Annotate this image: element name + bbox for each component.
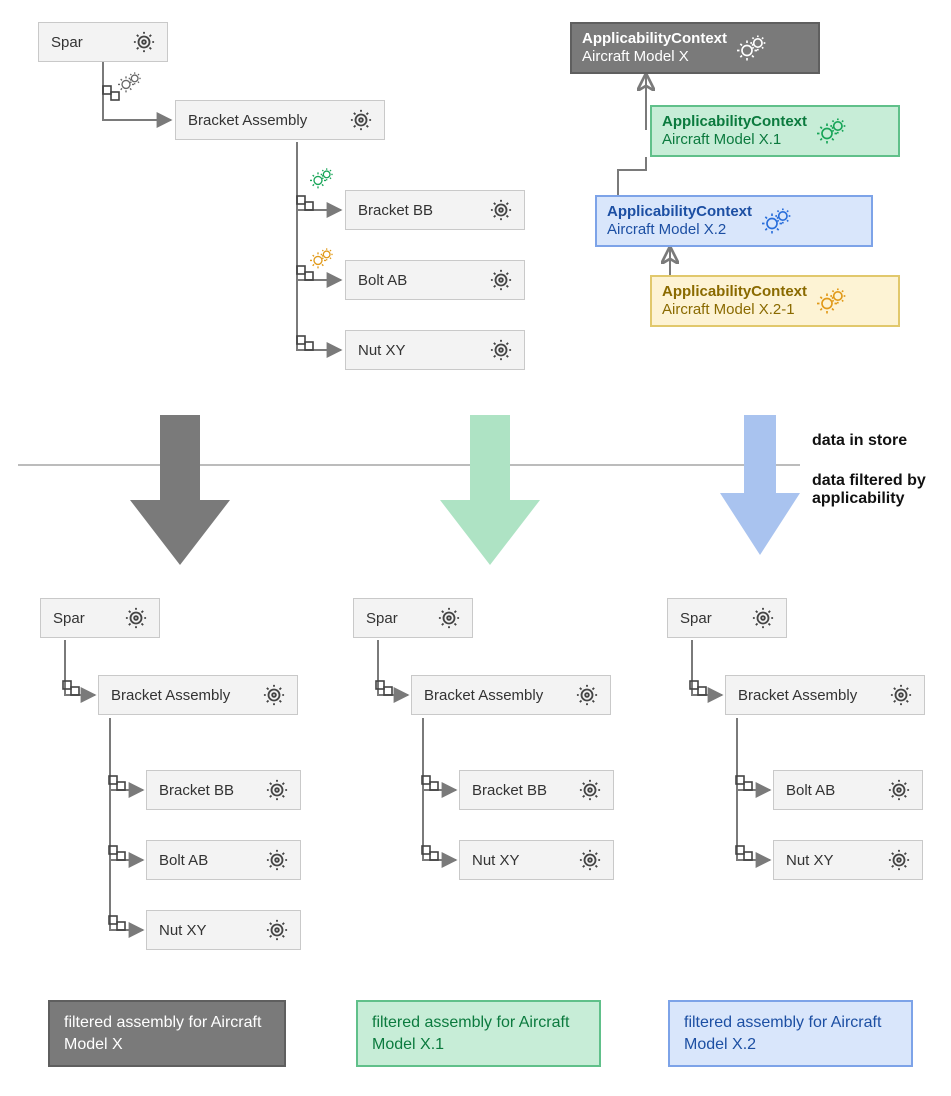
node-boltab-col1: Bolt AB	[146, 840, 301, 880]
gear-icon-blue	[762, 208, 792, 234]
ctx-title: ApplicabilityContext	[662, 113, 807, 131]
node-label: Spar	[51, 34, 83, 51]
node-label: Bracket Assembly	[738, 687, 857, 704]
gear-icon	[490, 269, 512, 291]
node-spar-col2: Spar	[353, 598, 473, 638]
gear-icon	[576, 684, 598, 706]
usage-icon	[296, 335, 316, 353]
usage-icon	[421, 845, 441, 863]
caption-x1: filtered assembly for Aircraft Model X.1	[356, 1000, 601, 1067]
node-label: Bolt AB	[358, 272, 407, 289]
gear-icon	[888, 779, 910, 801]
ctx-box-x2: ApplicabilityContext Aircraft Model X.2	[595, 195, 873, 247]
usage-icon	[735, 775, 755, 793]
node-assembly-col2: Bracket Assembly	[411, 675, 611, 715]
ctx-box-x: ApplicabilityContext Aircraft Model X	[570, 22, 820, 74]
caption-x2: filtered assembly for Aircraft Model X.2	[668, 1000, 913, 1067]
node-spar-top: Spar	[38, 22, 168, 62]
node-nutxy-col2: Nut XY	[459, 840, 614, 880]
usage-icon	[108, 845, 128, 863]
gear-icon	[490, 199, 512, 221]
usage-icon	[421, 775, 441, 793]
ctx-title: ApplicabilityContext	[662, 283, 807, 301]
node-spar-col3: Spar	[667, 598, 787, 638]
ctx-subtitle: Aircraft Model X.2-1	[662, 301, 807, 319]
diagram-canvas: Spar Bracket Assembly Bracket BB Bolt AB	[0, 0, 951, 1096]
usage-icon	[375, 680, 395, 698]
node-label: Bolt AB	[159, 852, 208, 869]
gear-icon	[490, 339, 512, 361]
usage-icon	[296, 195, 316, 213]
node-label: Bracket BB	[472, 782, 547, 799]
big-arrow-green	[440, 415, 540, 575]
node-label: Spar	[53, 610, 85, 627]
gear-icon	[350, 109, 372, 131]
gear-icon-white	[737, 35, 767, 61]
gear-icon-green-small	[310, 168, 334, 189]
label-data-filtered: data filtered by applicability	[812, 472, 942, 508]
usage-icon	[108, 775, 128, 793]
gear-icon	[579, 849, 601, 871]
node-bolt-ab-top: Bolt AB	[345, 260, 525, 300]
ctx-box-x1: ApplicabilityContext Aircraft Model X.1	[650, 105, 900, 157]
gear-icon-gray-small	[118, 72, 142, 93]
label-data-in-store: data in store	[812, 432, 942, 450]
node-nutxy-col1: Nut XY	[146, 910, 301, 950]
node-label: Nut XY	[472, 852, 520, 869]
gear-icon	[890, 684, 912, 706]
node-label: Bracket BB	[358, 202, 433, 219]
node-label: Nut XY	[358, 342, 406, 359]
ctx-subtitle: Aircraft Model X.1	[662, 131, 807, 149]
ctx-box-x21: ApplicabilityContext Aircraft Model X.2-…	[650, 275, 900, 327]
node-bracketbb-col2: Bracket BB	[459, 770, 614, 810]
node-label: Spar	[366, 610, 398, 627]
node-assembly-col1: Bracket Assembly	[98, 675, 298, 715]
node-label: Bracket Assembly	[188, 112, 307, 129]
usage-icon	[62, 680, 82, 698]
caption-x: filtered assembly for Aircraft Model X	[48, 1000, 286, 1067]
gear-icon	[266, 779, 288, 801]
gear-icon-orange	[817, 288, 847, 314]
connector-lines	[0, 0, 951, 1096]
node-label: Bracket Assembly	[424, 687, 543, 704]
node-assembly-col3: Bracket Assembly	[725, 675, 925, 715]
gear-icon	[438, 607, 460, 629]
node-label: Bracket Assembly	[111, 687, 230, 704]
node-label: Nut XY	[786, 852, 834, 869]
ctx-subtitle: Aircraft Model X.2	[607, 221, 752, 239]
ctx-subtitle: Aircraft Model X	[582, 48, 727, 66]
usage-icon	[735, 845, 755, 863]
usage-icon	[689, 680, 709, 698]
gear-icon	[266, 849, 288, 871]
node-label: Bracket BB	[159, 782, 234, 799]
gear-icon	[579, 779, 601, 801]
ctx-title: ApplicabilityContext	[582, 30, 727, 48]
node-bracketbb-col1: Bracket BB	[146, 770, 301, 810]
node-label: Bolt AB	[786, 782, 835, 799]
node-label: Spar	[680, 610, 712, 627]
node-label: Nut XY	[159, 922, 207, 939]
gear-icon	[133, 31, 155, 53]
ctx-title: ApplicabilityContext	[607, 203, 752, 221]
node-nutxy-col3: Nut XY	[773, 840, 923, 880]
gear-icon	[888, 849, 910, 871]
node-bracket-assembly-top: Bracket Assembly	[175, 100, 385, 140]
node-boltab-col3: Bolt AB	[773, 770, 923, 810]
gear-icon	[752, 607, 774, 629]
node-spar-col1: Spar	[40, 598, 160, 638]
gear-icon	[125, 607, 147, 629]
big-arrow-gray	[130, 415, 230, 575]
gear-icon	[266, 919, 288, 941]
gear-icon	[263, 684, 285, 706]
big-arrow-blue	[720, 415, 800, 565]
node-nut-xy-top: Nut XY	[345, 330, 525, 370]
gear-icon-orange-small	[310, 248, 334, 269]
gear-icon-green	[817, 118, 847, 144]
usage-icon	[108, 915, 128, 933]
node-bracket-bb-top: Bracket BB	[345, 190, 525, 230]
